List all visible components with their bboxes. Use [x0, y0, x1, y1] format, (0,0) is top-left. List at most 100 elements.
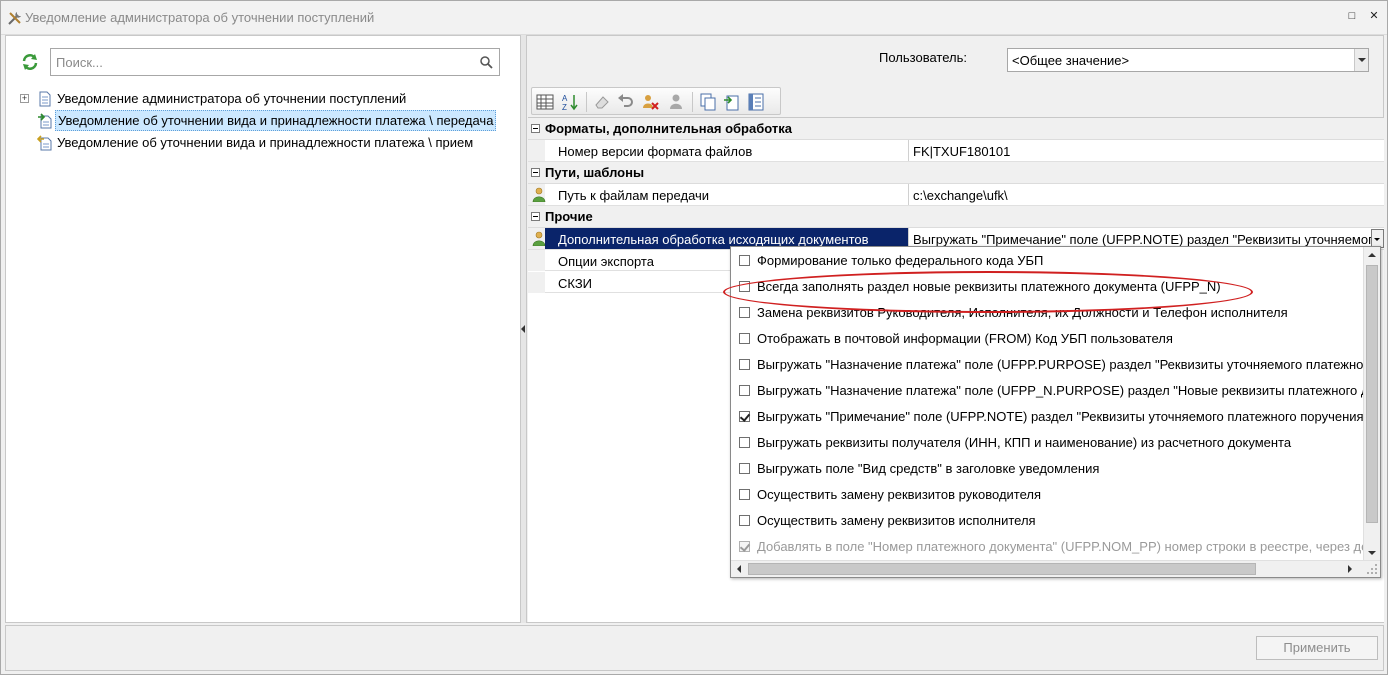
collapse-toggle[interactable] [531, 168, 540, 177]
property-name: Путь к файлам передачи [558, 188, 710, 203]
option-label: Выгружать "Примечание" поле (UFPP.NOTE) … [757, 409, 1363, 424]
category-other[interactable]: Прочие [528, 206, 1384, 228]
property-name: Дополнительная обработка исходящих докум… [558, 232, 869, 247]
document-send-icon [38, 113, 52, 129]
option-item[interactable]: Выгружать "Назначение платежа" поле (UFP… [731, 377, 1363, 403]
property-format-version[interactable]: Номер версии формата файлов FK|TXUF18010… [528, 140, 1384, 162]
apply-button[interactable]: Применить [1256, 636, 1378, 660]
search-input[interactable] [56, 50, 466, 74]
property-name: Опции экспорта [558, 254, 654, 269]
options-list: Формирование только федерального кода УБ… [731, 247, 1363, 561]
scroll-right-icon[interactable] [1348, 565, 1352, 573]
user-icon[interactable] [666, 92, 686, 112]
option-item[interactable]: Замена реквизитов Руководителя, Исполнит… [731, 299, 1363, 325]
checkbox[interactable] [739, 489, 750, 500]
option-item[interactable]: Всегда заполнять раздел новые реквизиты … [731, 273, 1363, 299]
collapse-toggle[interactable] [531, 124, 540, 133]
scroll-thumb[interactable] [1366, 265, 1378, 523]
collapse-toggle[interactable] [531, 212, 540, 221]
footer-bar: Применить [5, 625, 1384, 671]
checkbox[interactable] [739, 359, 750, 370]
resize-grip-icon[interactable] [1365, 562, 1379, 576]
document-receive-icon [37, 135, 52, 151]
navigation-pane: + Уведомление администратора об уточнени… [5, 35, 521, 623]
window-title: Уведомление администратора об уточнении … [25, 10, 375, 25]
copy-icon[interactable] [698, 92, 718, 112]
tree-item[interactable]: + Уведомление администратора об уточнени… [20, 88, 515, 110]
option-item[interactable]: Выгружать "Примечание" поле (UFPP.NOTE) … [731, 403, 1363, 429]
scroll-up-icon[interactable] [1368, 253, 1376, 257]
properties-icon[interactable] [746, 92, 766, 112]
option-label: Осуществить замену реквизитов исполнител… [757, 513, 1036, 528]
checkbox[interactable] [739, 515, 750, 526]
user-select[interactable]: <Общее значение> [1007, 48, 1369, 72]
row-gutter [528, 250, 545, 271]
option-item[interactable]: Осуществить замену реквизитов руководите… [731, 481, 1363, 507]
property-name: Номер версии формата файлов [558, 144, 753, 159]
document-icon [39, 91, 51, 107]
tree-item-selected[interactable]: Уведомление об уточнении вида и принадле… [20, 110, 515, 132]
property-transfer-path[interactable]: Путь к файлам передачи c:\exchange\ufk\ [528, 184, 1384, 206]
collapse-arrow-icon[interactable] [521, 325, 525, 333]
vertical-scrollbar[interactable] [1363, 247, 1380, 561]
option-item[interactable]: Выгружать реквизиты получателя (ИНН, КПП… [731, 429, 1363, 455]
option-item[interactable]: Формирование только федерального кода УБ… [731, 247, 1363, 273]
checkbox[interactable] [739, 255, 750, 266]
horizontal-scrollbar[interactable] [731, 560, 1380, 577]
property-value[interactable]: c:\exchange\ufk\ [908, 184, 1384, 205]
checkbox[interactable] [739, 385, 750, 396]
tree-item[interactable]: Уведомление об уточнении вида и принадле… [20, 132, 515, 154]
option-label: Отображать в почтовой информации (FROM) … [757, 331, 1173, 346]
checkbox-checked[interactable] [739, 411, 750, 422]
option-item-disabled: Добавлять в поле "Номер платежного докум… [731, 533, 1363, 559]
categorized-view-icon[interactable] [535, 92, 555, 112]
option-label: Замена реквизитов Руководителя, Исполнит… [757, 305, 1288, 320]
delete-user-icon[interactable] [640, 92, 660, 112]
chevron-down-icon[interactable] [1354, 49, 1368, 71]
tree-item-label: Уведомление об уточнении вида и принадле… [55, 110, 497, 131]
property-value[interactable]: FK|TXUF180101 [908, 140, 1384, 161]
scroll-thumb[interactable] [748, 563, 1256, 575]
scroll-left-icon[interactable] [737, 565, 741, 573]
row-gutter [528, 228, 546, 249]
option-item[interactable]: Выгружать "Назначение платежа" поле (UFP… [731, 351, 1363, 377]
undo-icon[interactable] [616, 92, 636, 112]
option-item[interactable]: Осуществить замену реквизитов исполнител… [731, 507, 1363, 533]
option-item[interactable]: Выгружать поле "Вид средств" в заголовке… [731, 455, 1363, 481]
property-name: СКЗИ [558, 276, 593, 291]
sort-alphabetical-icon[interactable]: A Z [560, 92, 580, 112]
user-select-value: <Общее значение> [1012, 53, 1130, 68]
option-label: Выгружать реквизиты получателя (ИНН, КПП… [757, 435, 1292, 450]
eraser-icon[interactable] [592, 92, 612, 112]
user-icon [532, 187, 546, 202]
row-gutter [528, 272, 545, 293]
toolbar-separator [692, 92, 693, 112]
paste-icon[interactable] [722, 92, 742, 112]
toolbar-separator [586, 92, 587, 112]
user-label: Пользователь: [879, 50, 967, 65]
search-icon[interactable] [479, 55, 493, 69]
properties-toolbar: A Z [531, 87, 781, 115]
checkbox[interactable] [739, 333, 750, 344]
scroll-down-icon[interactable] [1368, 551, 1376, 555]
tree-item-label: Уведомление администратора об уточнении … [57, 91, 407, 106]
category-label: Форматы, дополнительная обработка [545, 121, 792, 136]
expand-toggle[interactable]: + [20, 94, 29, 103]
property-value-text: Выгружать "Примечание" поле (UFPP.NOTE) … [913, 232, 1384, 247]
close-button[interactable]: ✕ [1367, 9, 1381, 23]
tree-item-label: Уведомление об уточнении вида и принадле… [57, 135, 474, 150]
svg-text:A: A [562, 94, 568, 103]
checkbox[interactable] [739, 437, 750, 448]
category-formats[interactable]: Форматы, дополнительная обработка [528, 118, 1384, 140]
checkbox[interactable] [739, 463, 750, 474]
refresh-icon[interactable] [21, 53, 39, 71]
option-item[interactable]: Отображать в почтовой информации (FROM) … [731, 325, 1363, 351]
checkbox-checked [739, 541, 750, 552]
svg-text:Z: Z [562, 103, 567, 112]
options-dropdown: Формирование только федерального кода УБ… [730, 246, 1381, 578]
maximize-button[interactable]: □ [1345, 9, 1359, 23]
checkbox[interactable] [739, 307, 750, 318]
checkbox[interactable] [739, 281, 750, 292]
category-label: Пути, шаблоны [545, 165, 645, 180]
category-paths[interactable]: Пути, шаблоны [528, 162, 1384, 184]
